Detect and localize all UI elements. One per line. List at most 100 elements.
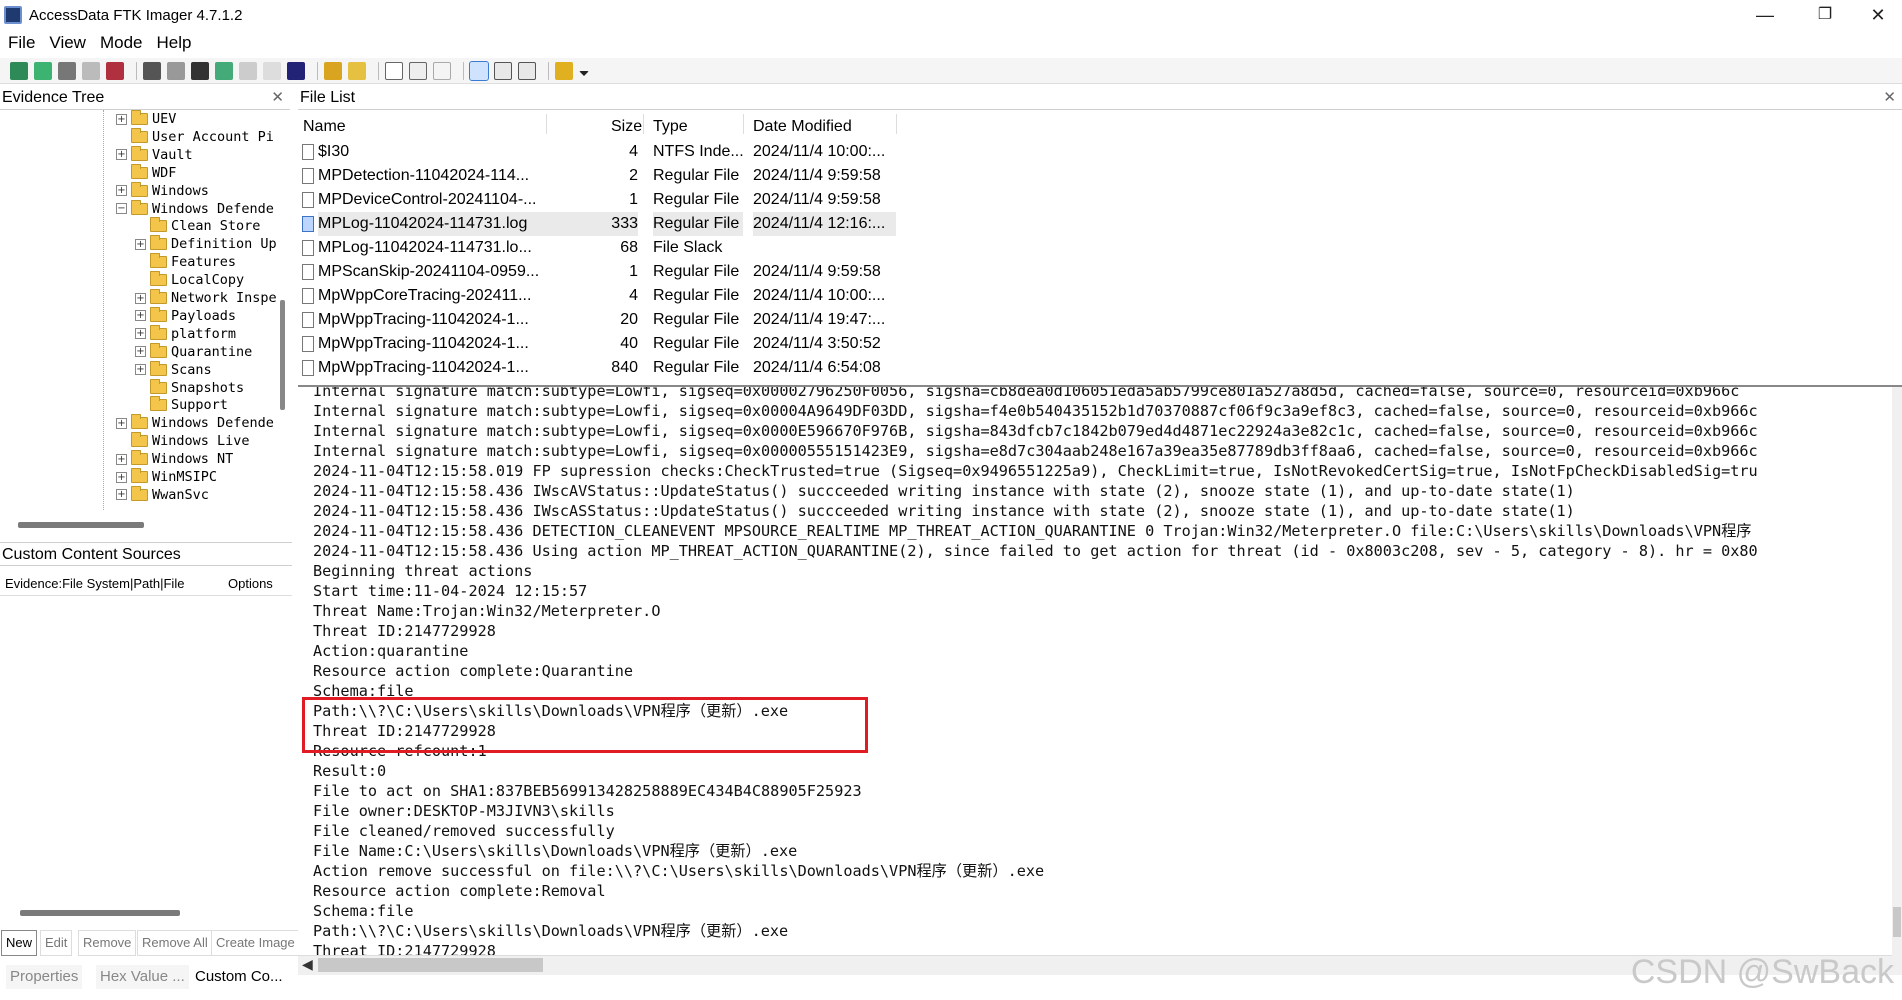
tree-node[interactable]: Snapshots (135, 378, 244, 397)
tree-node[interactable]: + Windows NT (116, 450, 233, 468)
column-header-name[interactable]: Name (303, 118, 346, 136)
expand-icon[interactable]: + (116, 471, 127, 483)
add-evidence-icon[interactable] (10, 61, 28, 80)
expand-icon[interactable]: + (135, 328, 146, 340)
file-list-row[interactable]: MPDetection-11042024-114... 2 Regular File… (298, 164, 1198, 188)
minimize-button[interactable]: — (1737, 0, 1793, 30)
menu-view[interactable]: View (49, 33, 86, 53)
tree-node[interactable]: + Scans (135, 360, 212, 379)
expand-icon[interactable]: + (116, 149, 127, 161)
remove-all-evidence-icon[interactable] (106, 61, 124, 80)
close-button[interactable]: ✕ (1850, 0, 1902, 30)
remove-evidence-icon[interactable] (82, 61, 100, 80)
tree-node[interactable]: LocalCopy (135, 271, 244, 289)
menu-mode[interactable]: Mode (100, 33, 143, 53)
tree-node[interactable]: WDF (116, 163, 176, 182)
export-logical-image-icon[interactable] (191, 61, 209, 80)
toolbar-dropdown-icon[interactable] (579, 71, 589, 76)
tab-custom-content[interactable]: Custom Co... (191, 965, 287, 989)
tree-node[interactable]: + platform (135, 324, 236, 343)
tree-node[interactable]: Clean Store (135, 217, 260, 235)
expand-icon[interactable]: + (116, 185, 127, 197)
tree-node[interactable]: + Network Inspe (135, 289, 277, 307)
help-icon[interactable] (555, 61, 573, 80)
tab-properties[interactable]: Properties (6, 965, 83, 989)
create-custom-content-image-icon[interactable] (239, 61, 257, 80)
tree-node[interactable]: − Windows Defende (116, 199, 274, 218)
add-all-devices-icon[interactable] (34, 61, 52, 80)
remove-all-button[interactable]: Remove All (137, 930, 213, 956)
view-properties-icon[interactable] (409, 61, 427, 80)
expand-icon[interactable]: + (116, 113, 127, 125)
file-list-row[interactable]: $I30 4 NTFS Inde... 2024/11/4 10:00:... (298, 140, 1198, 164)
tree-node[interactable]: + WinMSIPC (116, 468, 217, 486)
menu-file[interactable]: File (8, 33, 35, 53)
close-pane-icon[interactable]: ✕ (1883, 86, 1896, 110)
evidence-tree[interactable]: + UEV User Account Pi + Vault WDF + Windows − Win… (0, 110, 290, 530)
expand-icon[interactable]: + (135, 310, 146, 322)
expand-icon[interactable]: + (135, 292, 146, 304)
view-files-icon[interactable] (385, 61, 403, 80)
expand-icon[interactable]: + (116, 417, 127, 429)
file-list-row[interactable]: MpWppCoreTracing-202411... 4 Regular File 2… (298, 284, 1198, 308)
tree-node[interactable]: + Definition Up (135, 235, 277, 253)
column-header-date-modified[interactable]: Date Modified (753, 118, 852, 136)
tree-node[interactable]: Features (135, 253, 236, 271)
tree-node[interactable]: Windows Live (116, 432, 250, 450)
image-mounting-icon[interactable] (58, 61, 76, 80)
remove-button[interactable]: Remove (78, 930, 137, 956)
text-view-icon[interactable] (494, 61, 512, 80)
file-list-row[interactable]: MPLog-11042024-114731.log 333 Regular File… (298, 212, 1198, 236)
file-list-row[interactable]: MpWppTracing-11042024-1... 840 Regular Fil… (298, 356, 1198, 380)
tree-node[interactable]: + Payloads (135, 306, 236, 325)
ccs-col-evidence[interactable]: Evidence:File System|Path|File (5, 572, 184, 596)
file-list-row[interactable]: MPLog-11042024-114731.lo... 68 File Slack (298, 236, 1198, 260)
ccs-horizontal-scrollbar[interactable] (20, 910, 180, 916)
tab-hex-value[interactable]: Hex Value ... (96, 965, 189, 989)
tree-node[interactable]: + Windows (116, 181, 209, 200)
create-image-button[interactable]: Create Image (211, 930, 300, 956)
expand-icon[interactable]: + (135, 346, 146, 358)
ccs-col-options[interactable]: Options (228, 572, 273, 596)
export-files-icon[interactable] (324, 61, 342, 80)
tree-node[interactable]: User Account Pi (116, 127, 274, 146)
expand-icon[interactable]: + (116, 453, 127, 465)
ccs-list[interactable] (0, 597, 292, 922)
tree-node[interactable]: + Windows Defende (116, 414, 274, 432)
auto-view-icon[interactable] (469, 60, 489, 81)
column-header-type[interactable]: Type (653, 118, 688, 136)
tree-node[interactable]: + Vault (116, 145, 193, 164)
tree-vertical-scrollbar[interactable] (280, 300, 285, 410)
add-to-custom-content-icon[interactable] (215, 61, 233, 80)
vertical-scroll-thumb[interactable] (1893, 907, 1901, 937)
file-list-row[interactable]: MpWppTracing-11042024-1... 40 Regular File… (298, 332, 1198, 356)
scroll-thumb[interactable] (318, 958, 543, 972)
tree-node[interactable]: + WwanSvc (116, 485, 209, 504)
export-disk-image-icon[interactable] (167, 61, 185, 80)
export-hash-list-icon[interactable] (348, 61, 366, 80)
tree-node[interactable]: Support (135, 396, 228, 414)
view-tree-icon[interactable] (433, 61, 451, 80)
collapse-icon[interactable]: − (116, 203, 127, 214)
scroll-left-icon[interactable]: ◀ (302, 956, 313, 973)
column-header-size[interactable]: Size (611, 118, 642, 136)
new-button[interactable]: New (1, 930, 38, 956)
tree-node[interactable]: + UEV (116, 110, 176, 128)
file-list-row[interactable]: MpWppTracing-11042024-1... 20 Regular File… (298, 308, 1198, 332)
tree-horizontal-scrollbar[interactable] (18, 522, 144, 528)
menu-help[interactable]: Help (156, 33, 191, 53)
text-viewer[interactable]: Internal signature match:subtype=Lowfi, … (298, 385, 1902, 975)
viewer-vertical-scrollbar[interactable] (1892, 387, 1902, 957)
file-list-row[interactable]: MPDeviceControl-20241104-... 1 Regular Fil… (298, 188, 1198, 212)
create-disk-image-icon[interactable] (143, 61, 161, 80)
expand-icon[interactable]: + (135, 238, 146, 250)
restore-button[interactable]: ❐ (1797, 0, 1853, 30)
hex-view-icon[interactable] (518, 61, 536, 80)
memory-capture-icon[interactable] (287, 61, 305, 80)
file-list-row[interactable]: MPScanSkip-20241104-0959... 1 Regular File… (298, 260, 1198, 284)
edit-button[interactable]: Edit (40, 930, 73, 956)
close-pane-icon[interactable]: ✕ (271, 86, 284, 110)
decrypt-icon[interactable] (263, 61, 281, 80)
expand-icon[interactable]: + (116, 489, 127, 501)
tree-node[interactable]: + Quarantine (135, 342, 252, 361)
